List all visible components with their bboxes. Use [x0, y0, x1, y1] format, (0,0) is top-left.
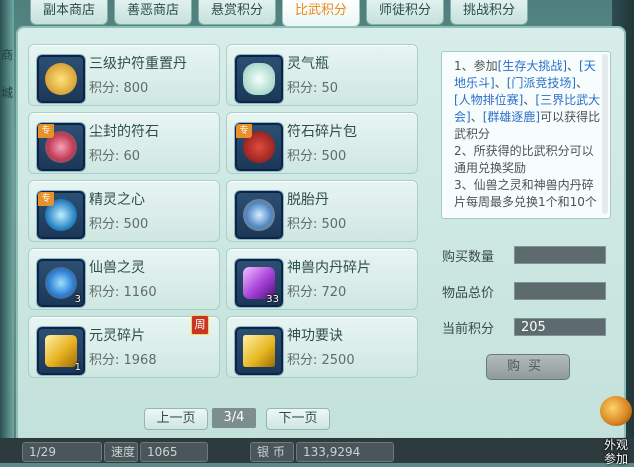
item-name: 仙兽之灵: [89, 260, 145, 276]
immortal-beast-orb-icon: 3: [37, 259, 85, 307]
shop-item-card[interactable]: 33 神兽内丹碎片 积分: 720: [226, 248, 418, 310]
event-link: [群雄逐鹿]: [482, 110, 541, 124]
total-price-label: 物品总价: [442, 286, 495, 301]
item-name: 神功要诀: [287, 328, 343, 344]
tab-martial-points[interactable]: 比武积分: [282, 0, 360, 27]
weekly-badge: 周: [191, 315, 209, 335]
current-points-field: 205: [514, 318, 606, 336]
appearance-icon: [600, 396, 632, 426]
silver-value: 133,9294: [296, 442, 394, 462]
shop-item-card[interactable]: 专 尘封的符石 积分: 60: [28, 112, 220, 174]
yuanling-shard-icon: 1: [37, 327, 85, 375]
tab-bounty-points[interactable]: 悬赏积分: [198, 0, 276, 25]
info-text: 、: [523, 93, 536, 107]
shop-item-card[interactable]: 1 元灵碎片 积分: 1968 周: [28, 315, 220, 378]
tab-mentor-points[interactable]: 师徒积分: [366, 0, 444, 25]
prev-page-button[interactable]: 上一页: [144, 408, 208, 430]
spirit-bottle-icon: [235, 55, 283, 103]
level-readout: 1/29: [22, 442, 102, 462]
exclusive-tag: 专: [38, 192, 54, 206]
quantity-label: 购买数量: [442, 250, 495, 265]
info-line-2: 2、所获得的比武积分可以通用兑换奖励: [454, 144, 594, 175]
item-grid: 三级护符重置丹 积分: 800 灵气瓶 积分: 50 专 尘封的符石 积分: 6…: [28, 44, 420, 380]
beast-core-shard-icon: 33: [235, 259, 283, 307]
info-scrollbar[interactable]: [602, 54, 608, 214]
item-name: 三级护符重置丹: [89, 56, 187, 72]
shop-item-card[interactable]: 三级护符重置丹 积分: 800: [28, 44, 220, 106]
item-name: 元灵碎片: [89, 328, 145, 344]
shop-item-card[interactable]: 专 符石碎片包 积分: 500: [226, 112, 418, 174]
appearance-button[interactable]: 外观 参加: [598, 392, 634, 466]
event-link: [门派竞技场]: [506, 76, 577, 90]
skill-manual-icon: [235, 327, 283, 375]
side-label: 商: [0, 48, 13, 62]
info-text: 、: [470, 110, 483, 124]
item-name: 脱胎丹: [287, 192, 329, 208]
item-price: 积分: 2500: [287, 353, 355, 368]
shop-item-card[interactable]: 脱胎丹 积分: 500: [226, 180, 418, 242]
total-price-field: [514, 282, 606, 300]
item-quantity: 1: [74, 362, 81, 373]
left-side-labels: 商 城: [0, 36, 14, 112]
item-price: 积分: 1160: [89, 285, 157, 300]
info-text: 、: [567, 59, 580, 73]
speed-label: 速度: [104, 442, 138, 462]
join-label: 参加: [603, 452, 628, 466]
tab-challenge-points[interactable]: 挑战积分: [450, 0, 528, 25]
shop-item-card[interactable]: 神功要诀 积分: 2500: [226, 316, 418, 378]
rune-shard-bag-icon: 专: [235, 123, 283, 171]
quantity-input[interactable]: [514, 246, 606, 264]
rules-info-box: 1、参加[生存大挑战]、[天地乐斗]、[门派竞技场]、[人物排位赛]、[三界比武…: [441, 51, 611, 219]
info-text: 、: [494, 76, 507, 90]
sealed-rune-stone-icon: 专: [37, 123, 85, 171]
info-text: 1、参加: [454, 59, 498, 73]
item-price: 积分: 500: [89, 217, 149, 232]
next-page-button[interactable]: 下一页: [266, 408, 330, 430]
buy-button[interactable]: 购买: [486, 354, 570, 380]
item-price: 积分: 500: [287, 149, 347, 164]
current-points-label: 当前积分: [442, 322, 495, 337]
item-price: 积分: 50: [287, 81, 339, 96]
tab-dungeon-shop[interactable]: 副本商店: [30, 0, 108, 25]
item-price: 积分: 1968: [89, 353, 157, 368]
speed-value: 1065: [140, 442, 208, 462]
event-link: [人物排位赛]: [454, 93, 524, 107]
shop-item-card[interactable]: 灵气瓶 积分: 50: [226, 44, 418, 106]
item-name: 灵气瓶: [287, 56, 329, 72]
info-text: 、: [576, 76, 589, 90]
item-name: 精灵之心: [89, 192, 145, 208]
item-price: 积分: 720: [287, 285, 347, 300]
rebirth-pill-icon: [235, 191, 283, 239]
item-quantity: 33: [266, 294, 279, 305]
item-name: 尘封的符石: [89, 124, 159, 140]
exclusive-tag: 专: [236, 124, 252, 138]
side-label: 城: [0, 86, 13, 100]
spirit-heart-icon: 专: [37, 191, 85, 239]
item-price: 积分: 800: [89, 81, 149, 96]
info-line-3: 3、仙兽之灵和神兽内丹碎片每周最多兑换1个和10个: [454, 178, 597, 209]
shop-item-card[interactable]: 3 仙兽之灵 积分: 1160: [28, 248, 220, 310]
item-name: 符石碎片包: [287, 124, 357, 140]
item-price: 积分: 60: [89, 149, 141, 164]
tab-good-evil-shop[interactable]: 善恶商店: [114, 0, 192, 25]
shop-item-card[interactable]: 专 精灵之心 积分: 500: [28, 180, 220, 242]
page-indicator: 3/4: [212, 408, 256, 428]
item-name: 神兽内丹碎片: [287, 260, 371, 276]
gold-amulet-icon: [37, 55, 85, 103]
event-link: [生存大挑战]: [497, 59, 568, 73]
silver-label: 银 币: [250, 442, 294, 462]
item-quantity: 3: [74, 294, 81, 305]
item-price: 积分: 500: [287, 217, 347, 232]
exclusive-tag: 专: [38, 124, 54, 138]
bottom-status-bar: 1/29 速度 1065 银 币 133,9294: [0, 438, 634, 463]
